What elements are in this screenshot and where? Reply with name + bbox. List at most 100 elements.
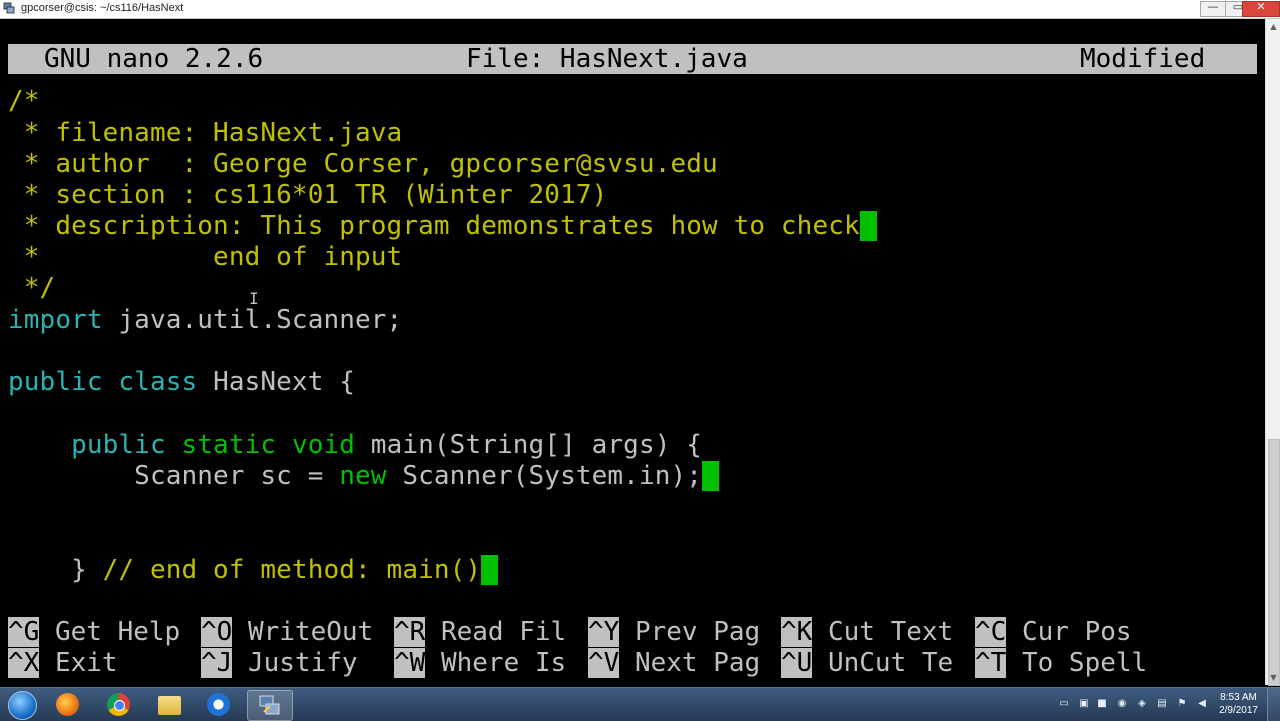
vertical-scrollbar[interactable]: ▲ ▼ xyxy=(1265,19,1280,686)
shortcut-label: Get Help xyxy=(39,617,181,647)
taskbar-teamviewer[interactable] xyxy=(197,690,241,719)
putty-app-icon xyxy=(3,2,15,14)
code-line-13: Scanner sc = new Scanner(System.in); xyxy=(8,461,720,491)
keyword-public: public xyxy=(8,367,103,397)
shortcut-label: Prev Pag xyxy=(619,617,761,647)
taskbar-file-explorer[interactable] xyxy=(148,690,192,719)
nano-filename: File: HasNext.java xyxy=(466,44,748,74)
firefox-icon xyxy=(56,693,79,716)
file-explorer-icon xyxy=(158,696,181,715)
clock-time: 8:53 AM xyxy=(1220,692,1257,703)
putty-icon xyxy=(259,695,280,715)
scroll-up-icon[interactable]: ▲ xyxy=(1266,19,1280,34)
code-line-13-rest: Scanner(System.in); xyxy=(386,461,703,491)
shortcut-item: ^T To Spell xyxy=(975,648,1147,678)
code-line-8: import java.util.Scanner; xyxy=(8,305,402,335)
tray-app-icon[interactable]: ■ xyxy=(1096,698,1108,710)
nano-header-bar: GNU nano 2.2.6 File: HasNext.java Modifi… xyxy=(8,44,1257,74)
scrollbar-thumb[interactable] xyxy=(1268,439,1280,686)
shortcut-key: ^J xyxy=(201,648,233,678)
keyword-import: import xyxy=(8,305,103,335)
shortcut-label: UnCut Te xyxy=(812,648,954,678)
shortcut-key: ^T xyxy=(975,648,1007,678)
keyword-class: class xyxy=(118,367,198,397)
tray-volume-icon[interactable]: ◀ xyxy=(1196,698,1208,710)
shortcut-item: ^K Cut Text xyxy=(781,617,953,647)
end-of-method-comment: // end of method: main() xyxy=(102,555,482,585)
code-line-5-text: * description: This program demonstrates… xyxy=(8,211,860,241)
taskbar-clock[interactable]: 8:53 AM 2/9/2017 xyxy=(1219,691,1258,717)
window-title: gpcorser@csis: ~/cs116/HasNext xyxy=(21,2,184,14)
windows-taskbar: ▭ ▣ ■ ◉ ◈ ▤ ⚑ ◀ 8:53 AM 2/9/2017 xyxy=(0,687,1280,721)
trailing-whitespace-marker xyxy=(859,211,877,241)
windows-orb-icon xyxy=(8,691,37,720)
nano-modified-status: Modified xyxy=(1080,44,1206,74)
taskbar-firefox[interactable] xyxy=(46,690,90,719)
shortcut-label: Read Fil xyxy=(425,617,567,647)
closing-brace: } xyxy=(8,555,103,585)
code-line-8-text: java.util.Scanner; xyxy=(102,305,403,335)
code-line-7: */ xyxy=(8,273,56,303)
shortcut-key: ^W xyxy=(394,648,426,678)
shortcut-label: Justify xyxy=(232,648,358,678)
close-button[interactable]: ✕ xyxy=(1242,0,1280,17)
code-line-13-text: Scanner sc = xyxy=(8,461,340,491)
terminal-area[interactable]: GNU nano 2.2.6 File: HasNext.java Modifi… xyxy=(0,19,1265,685)
shortcut-item: ^R Read Fil xyxy=(394,617,566,647)
shortcut-key: ^O xyxy=(201,617,233,647)
tray-lock-icon[interactable]: ▣ xyxy=(1078,698,1090,710)
shortcut-item: ^U UnCut Te xyxy=(781,648,953,678)
text-cursor xyxy=(481,555,499,585)
taskbar-putty[interactable] xyxy=(247,690,293,721)
shortcut-key: ^V xyxy=(588,648,620,678)
code-line-6: * end of input xyxy=(8,242,403,272)
code-line-3: * author : George Corser, gpcorser@svsu.… xyxy=(8,149,718,179)
minimize-icon: — xyxy=(1207,0,1219,13)
shortcut-item: ^Y Prev Pag xyxy=(588,617,760,647)
shortcut-item: ^J Justify xyxy=(201,648,358,678)
code-line-12: public static void main(String[] args) { xyxy=(8,430,702,460)
shortcut-item: ^V Next Pag xyxy=(588,648,760,678)
keyword-static: static xyxy=(181,430,277,460)
tray-vpn-icon[interactable]: ◉ xyxy=(1116,698,1128,710)
tray-network-icon[interactable]: ▤ xyxy=(1156,698,1168,710)
shortcut-label: Cut Text xyxy=(812,617,954,647)
window-title-bar[interactable]: gpcorser@csis: ~/cs116/HasNext — ▭ ✕ xyxy=(0,0,1280,19)
shortcut-key: ^K xyxy=(781,617,813,647)
code-line-16: } // end of method: main() xyxy=(8,555,499,585)
code-line-12-text: main(String[] args) { xyxy=(355,430,703,460)
minimize-button[interactable]: — xyxy=(1200,0,1226,17)
show-desktop-button[interactable] xyxy=(1267,688,1280,721)
chrome-icon xyxy=(107,693,130,716)
shortcut-key: ^G xyxy=(8,617,40,647)
taskbar-chrome[interactable] xyxy=(97,690,141,719)
keyword-new: new xyxy=(339,461,387,491)
shortcut-label: Next Pag xyxy=(619,648,761,678)
shortcut-item: ^C Cur Pos xyxy=(975,617,1132,647)
tray-flag-icon[interactable]: ⚑ xyxy=(1176,698,1188,710)
code-line-4: * section : cs116*01 TR (Winter 2017) xyxy=(8,180,608,210)
close-icon: ✕ xyxy=(1256,0,1266,13)
keyword-public: public xyxy=(71,430,166,460)
scroll-down-icon[interactable]: ▼ xyxy=(1266,670,1280,685)
code-line-10: public class HasNext { xyxy=(8,367,355,397)
shortcut-key: ^C xyxy=(975,617,1007,647)
teamviewer-icon xyxy=(207,693,230,716)
shortcut-label: Exit xyxy=(39,648,118,678)
code-line-10-text: HasNext { xyxy=(197,367,356,397)
tray-shield-icon[interactable]: ◈ xyxy=(1136,698,1148,710)
clock-date: 2/9/2017 xyxy=(1219,705,1258,716)
shortcut-key: ^U xyxy=(781,648,813,678)
shortcut-label: To Spell xyxy=(1006,648,1148,678)
code-line-1: /* xyxy=(8,86,40,116)
shortcut-label: Cur Pos xyxy=(1006,617,1132,647)
start-button[interactable] xyxy=(4,690,40,720)
tray-chat-icon[interactable]: ▭ xyxy=(1058,698,1070,710)
shortcut-key: ^X xyxy=(8,648,40,678)
shortcut-item: ^O WriteOut xyxy=(201,617,373,647)
keyword-void: void xyxy=(291,430,356,460)
